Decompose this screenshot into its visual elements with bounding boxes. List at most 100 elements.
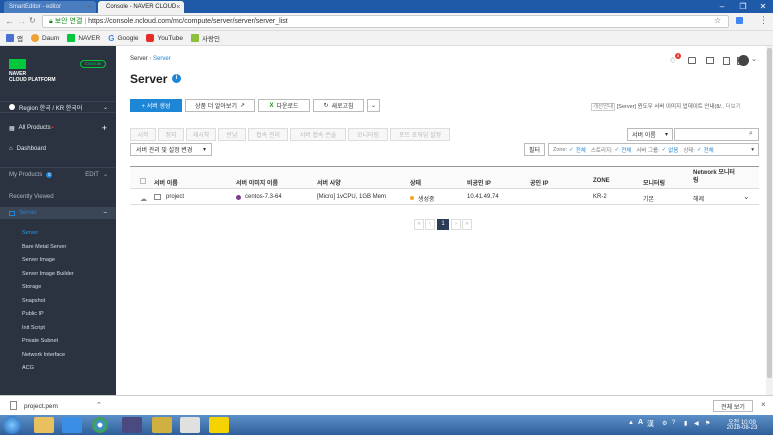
internet-explorer-icon[interactable] <box>62 417 82 433</box>
scrollbar[interactable] <box>766 46 773 395</box>
next-page-icon[interactable]: › <box>451 219 461 230</box>
col-header-monitoring[interactable]: 모니터링 <box>643 178 665 187</box>
expand-chevron-icon[interactable]: ⌄ <box>743 192 750 201</box>
sidebar-item-bare-metal-server[interactable]: Bare Metal Server <box>22 244 66 250</box>
col-header-status[interactable]: 상태 <box>410 178 421 187</box>
bookmark-star-icon[interactable]: ☆ <box>714 16 721 25</box>
sidebar-item-acg[interactable]: ACG <box>22 365 34 371</box>
download-button[interactable]: X 다운로드 <box>258 99 310 112</box>
last-page-icon[interactable]: » <box>462 219 472 230</box>
minimize-icon[interactable]: – <box>712 0 732 13</box>
all-products[interactable]: ▦ All Products • + <box>0 122 116 134</box>
col-header-zone[interactable]: ZONE <box>593 178 610 184</box>
scrollbar-thumb[interactable] <box>767 48 772 378</box>
my-products[interactable]: My Products 0 EDIT ⌄ <box>0 167 116 179</box>
chat-icon[interactable] <box>688 57 696 64</box>
col-header-spec[interactable]: 서버 사양 <box>317 178 341 187</box>
chevron-down-icon[interactable]: ⌄ <box>103 171 108 178</box>
learn-more-button[interactable]: 상품 더 알아보기 ↗ <box>185 99 255 112</box>
bookmark-daum[interactable]: Daum <box>30 34 59 42</box>
reload-icon[interactable]: ↻ <box>29 16 36 25</box>
extension-icon[interactable] <box>736 17 743 24</box>
help-icon[interactable]: ? <box>672 420 675 426</box>
server-console-button[interactable]: 서버 접속 콘솔 <box>290 128 346 141</box>
mail-icon[interactable] <box>706 57 714 64</box>
ime-mode[interactable]: A <box>638 419 643 426</box>
col-header-public-ip[interactable]: 공인 IP <box>530 178 548 187</box>
port-forwarding-button[interactable]: 포트 포워딩 설정 <box>390 128 450 141</box>
back-icon[interactable]: ← <box>5 16 14 26</box>
clock-date[interactable]: 2018-08-23 <box>722 425 762 431</box>
chevron-up-icon[interactable]: ⌃ <box>96 401 102 409</box>
bookmark-google[interactable]: G Google <box>108 34 138 43</box>
first-page-icon[interactable]: « <box>414 219 424 230</box>
ime-hanja[interactable]: 漢 <box>647 419 654 429</box>
app-icon[interactable] <box>152 417 172 433</box>
app-icon[interactable] <box>122 417 142 433</box>
refresh-button[interactable]: ↻ 새로고침 <box>313 99 364 112</box>
bookmark-naver[interactable]: NAVER <box>67 34 100 42</box>
server-group[interactable]: Server – <box>0 207 116 219</box>
download-file-name[interactable]: project.pem <box>24 403 58 410</box>
more-dropdown-button[interactable]: ⌄ <box>367 99 380 112</box>
tray-arrow-icon[interactable]: ▲ <box>628 420 634 426</box>
sidebar-item-init-script[interactable]: Init Script <box>22 325 45 331</box>
sidebar-item-server-image[interactable]: Server Image <box>22 257 55 263</box>
bookmark-youtube[interactable]: YouTube <box>146 34 183 42</box>
chevron-down-icon[interactable]: ⌄ <box>751 55 757 63</box>
return-button[interactable]: 반납 <box>218 128 246 141</box>
col-header-net-monitoring[interactable]: Network 모니터링 <box>693 169 735 185</box>
tab-console[interactable]: Console - NAVER CLOUD × <box>98 1 184 13</box>
dashboard[interactable]: ⌂ Dashboard <box>0 143 116 155</box>
monitoring-button[interactable]: 모니터링 <box>348 128 388 141</box>
kakaotalk-icon[interactable] <box>209 417 229 433</box>
search-field-select[interactable]: 서버 이름 ▾ <box>627 128 673 141</box>
notice-banner[interactable]: 개선안내 [Server] 윈도우 서버 이미지 업데이트 안내(8/.. 더보… <box>591 102 741 111</box>
filter-button[interactable]: 필터 <box>524 143 545 156</box>
breadcrumb-root[interactable]: Server <box>130 56 148 62</box>
close-icon[interactable]: × <box>176 4 180 11</box>
page-current[interactable]: 1 <box>437 219 449 230</box>
col-header-name[interactable]: 서버 이름 <box>154 178 178 187</box>
sidebar-item-server-image-builder[interactable]: Server Image Builder <box>22 271 74 277</box>
tab-smarteditor[interactable]: SmartEditor - editor × <box>4 1 96 13</box>
region-selector[interactable]: Region 한국 / KR 한국어 ⌄ <box>0 101 116 113</box>
book-icon[interactable] <box>723 57 730 65</box>
table-row[interactable] <box>130 190 759 205</box>
select-all-checkbox[interactable] <box>140 178 146 184</box>
search-input[interactable] <box>674 128 759 141</box>
prev-page-icon[interactable]: ‹ <box>425 219 435 230</box>
collapse-icon[interactable]: – <box>104 210 107 216</box>
maximize-icon[interactable]: ❐ <box>733 0 753 13</box>
sidebar-item-snapshot[interactable]: Snapshot <box>22 298 45 304</box>
sidebar-item-private-subnet[interactable]: Private Subnet <box>22 338 58 344</box>
sidebar-item-storage[interactable]: Storage <box>22 284 41 290</box>
show-all-downloads-button[interactable]: 전체 보기 <box>713 400 753 412</box>
access-manage-button[interactable]: 접속 관리 <box>248 128 288 141</box>
forward-icon[interactable]: → <box>17 16 26 26</box>
app-icon[interactable] <box>180 417 200 433</box>
filter-bar[interactable]: Zone: ✓ 전체 스토리지: ✓ 전체 서버 그룹: ✓ 없음 상태: ✓ 전체 ▾ <box>548 143 759 156</box>
network-icon[interactable]: ▮ <box>684 420 687 427</box>
server-manage-dropdown[interactable]: 서버 관리 및 설정 변경 ▾ <box>130 143 212 156</box>
window-close-icon[interactable]: ✕ <box>753 0 773 13</box>
info-icon[interactable]: i <box>172 74 181 83</box>
search-icon[interactable]: ⌕ <box>749 130 753 138</box>
col-header-image[interactable]: 서버 이미지 이름 <box>236 178 278 187</box>
edit-button[interactable]: EDIT <box>85 172 99 178</box>
stop-button[interactable]: 정지 <box>158 128 184 141</box>
file-explorer-icon[interactable] <box>34 417 54 433</box>
settings-icon[interactable]: ⚙ <box>662 420 667 427</box>
sidebar-item-server[interactable]: Server <box>22 230 38 236</box>
sidebar-item-network-interface[interactable]: Network Interface <box>22 352 65 358</box>
plus-icon[interactable]: + <box>102 123 107 133</box>
start-button[interactable]: 시작 <box>130 128 156 141</box>
windows-start-icon[interactable] <box>3 416 21 434</box>
volume-icon[interactable]: ◀ <box>694 420 699 427</box>
cell-name[interactable]: project <box>166 194 184 200</box>
col-header-private-ip[interactable]: 비공인 IP <box>467 178 491 187</box>
sidebar-item-public-ip[interactable]: Public IP <box>22 311 44 317</box>
notice-more-link[interactable]: 더보기 <box>726 104 741 110</box>
avatar[interactable] <box>738 55 749 66</box>
restart-button[interactable]: 재시작 <box>186 128 216 141</box>
